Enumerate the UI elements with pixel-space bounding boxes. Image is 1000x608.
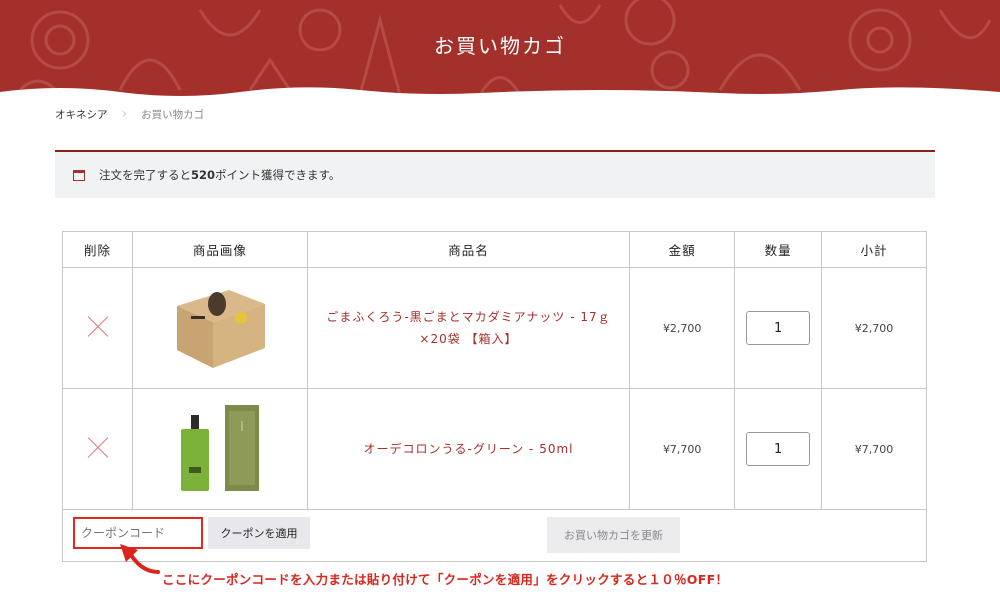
table-row: ごまふくろう-黒ごまとマカダミアナッツ - 17ｇ×20袋 【箱入】 ¥2,70… [62,267,927,389]
product-price: ¥7,700 [662,443,702,456]
header-price: 金額 [629,231,736,268]
breadcrumb-home-link[interactable]: オキネシア [55,107,108,122]
product-image-cologne-bottle[interactable] [168,396,271,499]
apply-coupon-button[interactable]: クーポンを適用 [208,517,310,549]
header-remove: 削除 [62,231,133,268]
notice-prefix: 注文を完了すると [99,168,191,182]
quantity-input[interactable] [746,311,811,345]
annotation-arrow-icon [120,544,160,574]
calendar-icon [73,169,85,181]
product-name-link[interactable]: オーデコロンうる-グリーン - 50ml [364,438,574,460]
product-name-link[interactable]: ごまふくろう-黒ごまとマカダミアナッツ - 17ｇ×20袋 【箱入】 [319,306,619,350]
product-price: ¥2,700 [662,322,702,335]
remove-item-icon[interactable] [86,316,108,338]
remove-item-icon[interactable] [86,437,108,459]
table-row: オーデコロンうる-グリーン - 50ml ¥7,700 ¥7,700 [62,388,927,510]
product-subtotal: ¥7,700 [854,443,894,456]
header-image: 商品画像 [131,231,308,268]
breadcrumb-current: お買い物カゴ [141,108,205,121]
update-cart-button[interactable]: お買い物カゴを更新 [547,517,680,553]
notice-suffix: ポイント獲得できます。 [215,168,341,182]
page-title: お買い物カゴ [434,34,566,58]
coupon-annotation: ここにクーポンコードを入力または貼り付けて「クーポンを適用」をクリックすると１０… [162,572,729,587]
page-header-banner: お買い物カゴ [0,0,1000,96]
breadcrumb-separator: › [121,106,128,122]
cart-table-header: 削除 商品画像 商品名 金額 数量 小計 [62,231,927,268]
quantity-input[interactable] [746,432,811,466]
header-subtotal: 小計 [821,231,927,268]
header-quantity: 数量 [734,231,823,268]
header-name: 商品名 [306,231,631,268]
notice-points: 520 [191,168,216,182]
product-image-sesame-box[interactable] [168,275,271,378]
breadcrumb: オキネシア › お買い物カゴ [55,106,204,122]
cart-table: 削除 商品画像 商品名 金額 数量 小計 ごまふくろう-黒ごまとマカダミアナッツ… [62,231,927,562]
product-subtotal: ¥2,700 [854,322,894,335]
points-notice: 注文を完了すると 520 ポイント獲得できます。 [55,150,935,198]
cart-actions-row: クーポンを適用 お買い物カゴを更新 [62,509,927,562]
